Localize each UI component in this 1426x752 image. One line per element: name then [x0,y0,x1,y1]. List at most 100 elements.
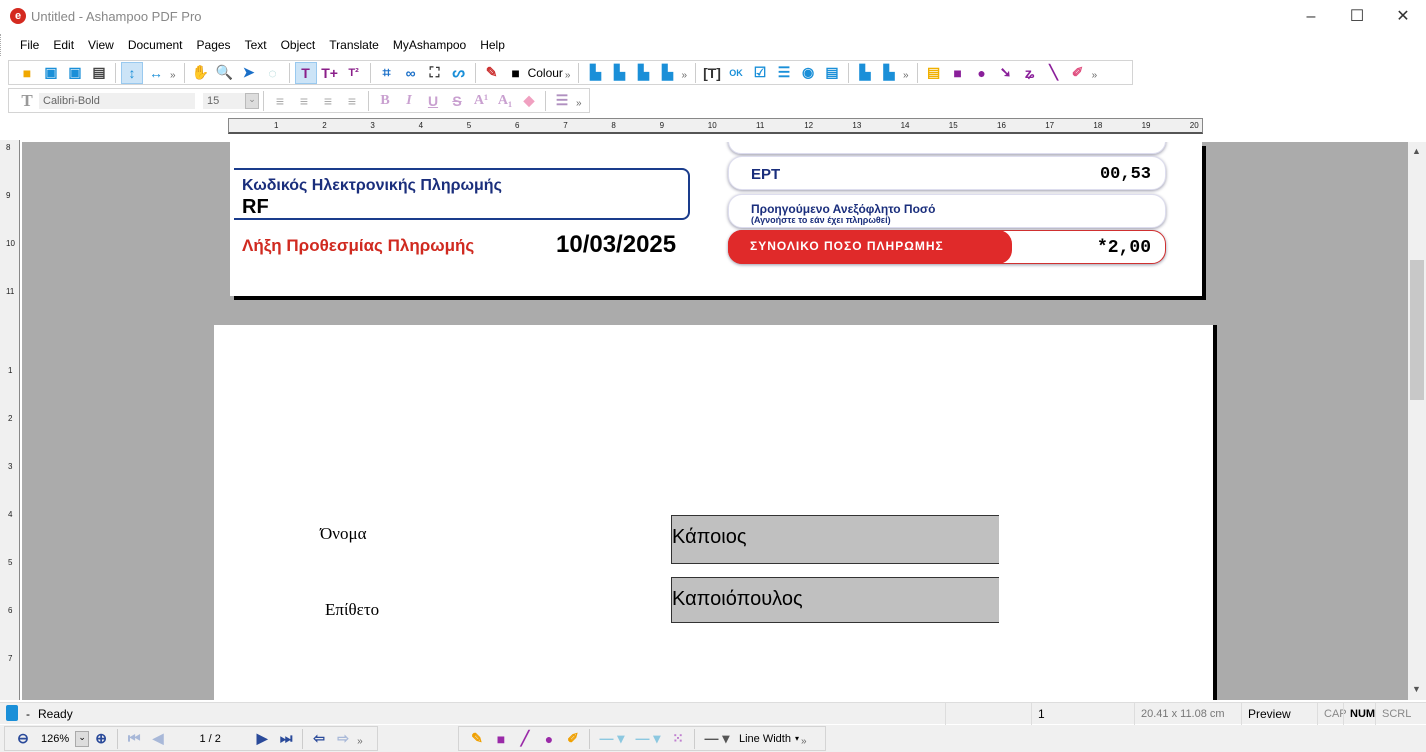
ellipse-annot-icon[interactable]: ● [971,62,993,84]
menu-view[interactable]: View [81,34,121,56]
snapshot-icon[interactable]: ⛶ [424,62,446,84]
import-icon[interactable]: ▙ [878,62,900,84]
strikethrough-icon[interactable]: S [446,90,468,112]
zoom-dropdown-icon[interactable]: ⌄ [75,730,90,747]
underline-icon[interactable]: U [422,90,444,112]
text-highlight-icon[interactable]: ◆ [518,90,540,112]
line-spacing-icon[interactable]: ☰ [551,90,573,112]
align-left-icon[interactable]: ≡ [269,90,291,112]
more-icon[interactable]: » [170,70,176,81]
fit-height-icon[interactable]: ↕ [121,61,143,84]
line-icon[interactable]: ╱ [514,728,536,750]
maximize-button[interactable]: ☐ [1334,4,1380,30]
minimize-button[interactable]: – [1288,4,1334,30]
open-icon[interactable]: ■ [16,62,38,84]
close-button[interactable]: ✕ [1380,4,1426,30]
align-right-icon[interactable]: ≡ [317,90,339,112]
highlighter-icon[interactable]: ✐ [1067,62,1089,84]
page-indicator[interactable]: 1 / 2 [170,733,250,745]
colour-swatch-icon[interactable]: ■ [505,62,527,84]
page-add-icon[interactable]: ▙ [608,62,630,84]
zoom-out-icon[interactable]: ⊖ [12,728,34,750]
line-color-icon[interactable]: — ▾ [595,728,629,750]
redact-icon[interactable]: ᔕ [448,62,470,84]
eyedropper-icon[interactable]: ✎ [481,62,503,84]
fit-width-icon[interactable]: ↔ [145,62,167,84]
save-as-icon[interactable]: ▣ [64,62,86,84]
font-size-dropdown-icon[interactable]: ⌄ [245,92,259,109]
zoom-icon[interactable]: 🔍 [214,62,236,84]
menu-object[interactable]: Object [274,34,323,56]
menu-pages[interactable]: Pages [190,34,238,56]
subscript-icon[interactable]: A₁ [494,90,516,112]
justify-icon[interactable]: ≡ [341,90,363,112]
menu-myashampoo[interactable]: MyAshampoo [386,34,473,56]
more-icon[interactable]: » [903,70,909,81]
menu-edit[interactable]: Edit [46,34,81,56]
more-icon[interactable]: » [681,70,687,81]
forward-icon[interactable]: ⇨ [332,728,354,750]
menu-text[interactable]: Text [238,34,274,56]
back-icon[interactable]: ⇦ [308,728,330,750]
first-page-icon[interactable]: ⏮ [123,728,145,750]
prev-page-icon[interactable]: ◀ [147,728,169,750]
link-icon[interactable]: ∞ [400,62,422,84]
page-extract-icon[interactable]: ▙ [632,62,654,84]
line-width-dropdown[interactable]: Line Width [739,733,791,745]
font-name-field[interactable]: Calibri-Bold [39,92,195,109]
listbox-field-icon[interactable]: ▤ [821,62,843,84]
font-size-field[interactable]: 15 [203,92,245,109]
more-icon[interactable]: » [357,736,363,747]
arrow-annot-icon[interactable]: ➘ [995,62,1017,84]
menu-file[interactable]: File [13,34,46,56]
scrollbar-thumb[interactable] [1410,260,1424,400]
menu-translate[interactable]: Translate [322,34,386,56]
button-field-icon[interactable]: OK [725,62,747,84]
rectangle-icon[interactable]: ■ [490,728,512,750]
opacity-icon[interactable]: ⁙ [667,728,689,750]
zoom-in-icon[interactable]: ⊕ [90,728,112,750]
pencil-icon[interactable]: ✎ [466,728,488,750]
last-page-icon[interactable]: ⏭ [275,728,297,750]
more-icon[interactable]: » [565,70,571,81]
numbering-icon[interactable]: T² [343,62,365,84]
hand-icon[interactable]: ✋ [190,62,212,84]
line-style-icon[interactable]: — ▾ [700,728,734,750]
marker-icon[interactable]: ✐ [562,728,584,750]
menu-document[interactable]: Document [121,34,190,56]
next-page-icon[interactable]: ▶ [251,728,273,750]
superscript-icon[interactable]: A¹ [470,90,492,112]
scroll-up-icon[interactable]: ▲ [1412,146,1421,156]
name-field[interactable]: Κάποιος [671,515,999,564]
menu-help[interactable]: Help [473,34,512,56]
freehand-annot-icon[interactable]: ʑ [1019,62,1041,84]
save-icon[interactable]: ▣ [40,62,62,84]
more-icon[interactable]: » [1092,70,1098,81]
document-canvas[interactable]: Κωδικός Ηλεκτρονικής Πληρωμής RF Λήξη Πρ… [22,142,1408,700]
print-icon[interactable]: ▤ [88,62,110,84]
line-width-dropdown-icon[interactable]: ▾ [795,734,799,743]
surname-field[interactable]: Καποιόπουλος [671,577,999,623]
add-text-icon[interactable]: T+ [319,62,341,84]
italic-icon[interactable]: I [398,90,420,112]
rotate-icon[interactable]: ◌ [262,62,284,84]
more-icon[interactable]: » [576,98,582,109]
checkbox-field-icon[interactable]: ☑ [749,62,771,84]
scroll-down-icon[interactable]: ▼ [1412,684,1421,694]
radio-field-icon[interactable]: ◉ [797,62,819,84]
rect-annot-icon[interactable]: ■ [947,62,969,84]
more-icon[interactable]: » [801,736,807,747]
fill-color-icon[interactable]: — ▾ [631,728,665,750]
combobox-field-icon[interactable]: ☰ [773,62,795,84]
bold-icon[interactable]: B [374,90,396,112]
page-rotate-icon[interactable]: ▙ [584,62,606,84]
vertical-scrollbar[interactable]: ▲ ▼ [1408,142,1426,700]
zoom-level[interactable]: 126% [41,733,69,745]
align-center-icon[interactable]: ≡ [293,90,315,112]
ellipse-icon[interactable]: ● [538,728,560,750]
export-icon[interactable]: ▙ [854,62,876,84]
colour-label[interactable]: Colour [528,66,563,80]
text-tool-icon[interactable]: T [294,61,317,84]
page-delete-icon[interactable]: ▙ [656,62,678,84]
note-icon[interactable]: ▤ [923,62,945,84]
